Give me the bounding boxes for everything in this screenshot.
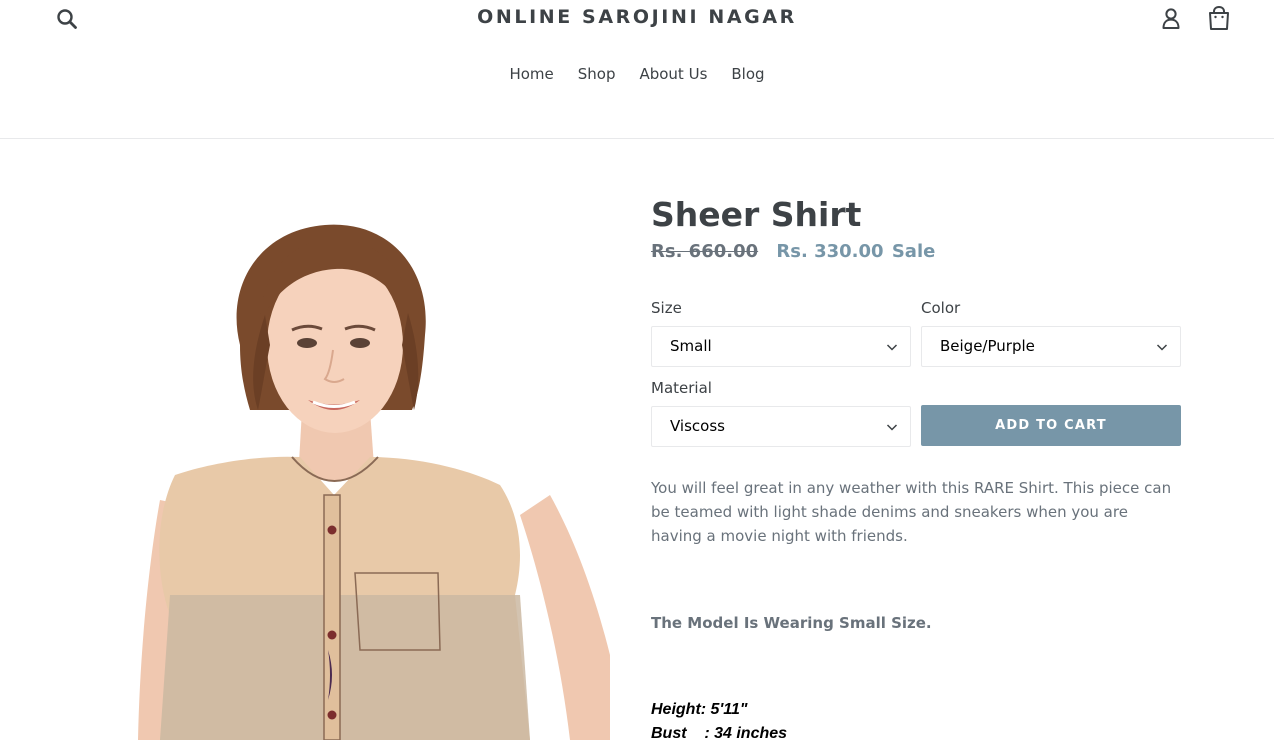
- site-header: ONLINE SAROJINI NAGAR Home Shop About Us…: [0, 0, 1274, 139]
- chevron-down-icon: [886, 344, 898, 351]
- size-value: Small: [670, 337, 712, 355]
- chevron-down-icon: [886, 424, 898, 431]
- material-label: Material: [651, 379, 712, 397]
- product-title: Sheer Shirt: [651, 195, 862, 234]
- model-height: Height: 5'11": [651, 701, 748, 718]
- product-photo[interactable]: [120, 195, 610, 740]
- product-info: Sheer Shirt Rs. 660.00 Rs. 330.00 Sale S…: [651, 193, 1181, 742]
- nav-shop[interactable]: Shop: [566, 65, 628, 83]
- sale-label: Sale: [891, 241, 936, 262]
- nav-blog[interactable]: Blog: [719, 65, 776, 83]
- main-nav: Home Shop About Us Blog: [0, 65, 1274, 83]
- regular-price: Rs. 660.00: [651, 241, 759, 262]
- color-value: Beige/Purple: [940, 337, 1035, 355]
- sale-price: Rs. 330.00: [776, 241, 884, 262]
- material-option: Material Viscoss: [651, 378, 911, 447]
- chevron-down-icon: [1156, 344, 1168, 351]
- nav-home[interactable]: Home: [497, 65, 565, 83]
- product-description: You will feel great in any weather with …: [651, 479, 1172, 545]
- material-value: Viscoss: [670, 417, 725, 435]
- color-label: Color: [921, 299, 961, 317]
- color-select[interactable]: Beige/Purple: [921, 326, 1181, 367]
- store-logo[interactable]: ONLINE SAROJINI NAGAR: [0, 6, 1274, 28]
- size-option: Size Small: [651, 298, 911, 367]
- size-label: Size: [651, 299, 682, 317]
- cart-icon[interactable]: [1205, 4, 1233, 32]
- nav-about-us[interactable]: About Us: [627, 65, 719, 83]
- size-select[interactable]: Small: [651, 326, 911, 367]
- color-option: Color Beige/Purple: [921, 298, 1181, 367]
- material-select[interactable]: Viscoss: [651, 406, 911, 447]
- model-bust: Bust : 34 inches: [651, 725, 788, 742]
- add-to-cart-button[interactable]: ADD TO CART: [921, 405, 1181, 446]
- price-row: Rs. 660.00 Rs. 330.00 Sale: [651, 240, 1181, 264]
- model-size-note: The Model Is Wearing Small Size.: [651, 614, 932, 632]
- account-icon[interactable]: [1160, 6, 1182, 32]
